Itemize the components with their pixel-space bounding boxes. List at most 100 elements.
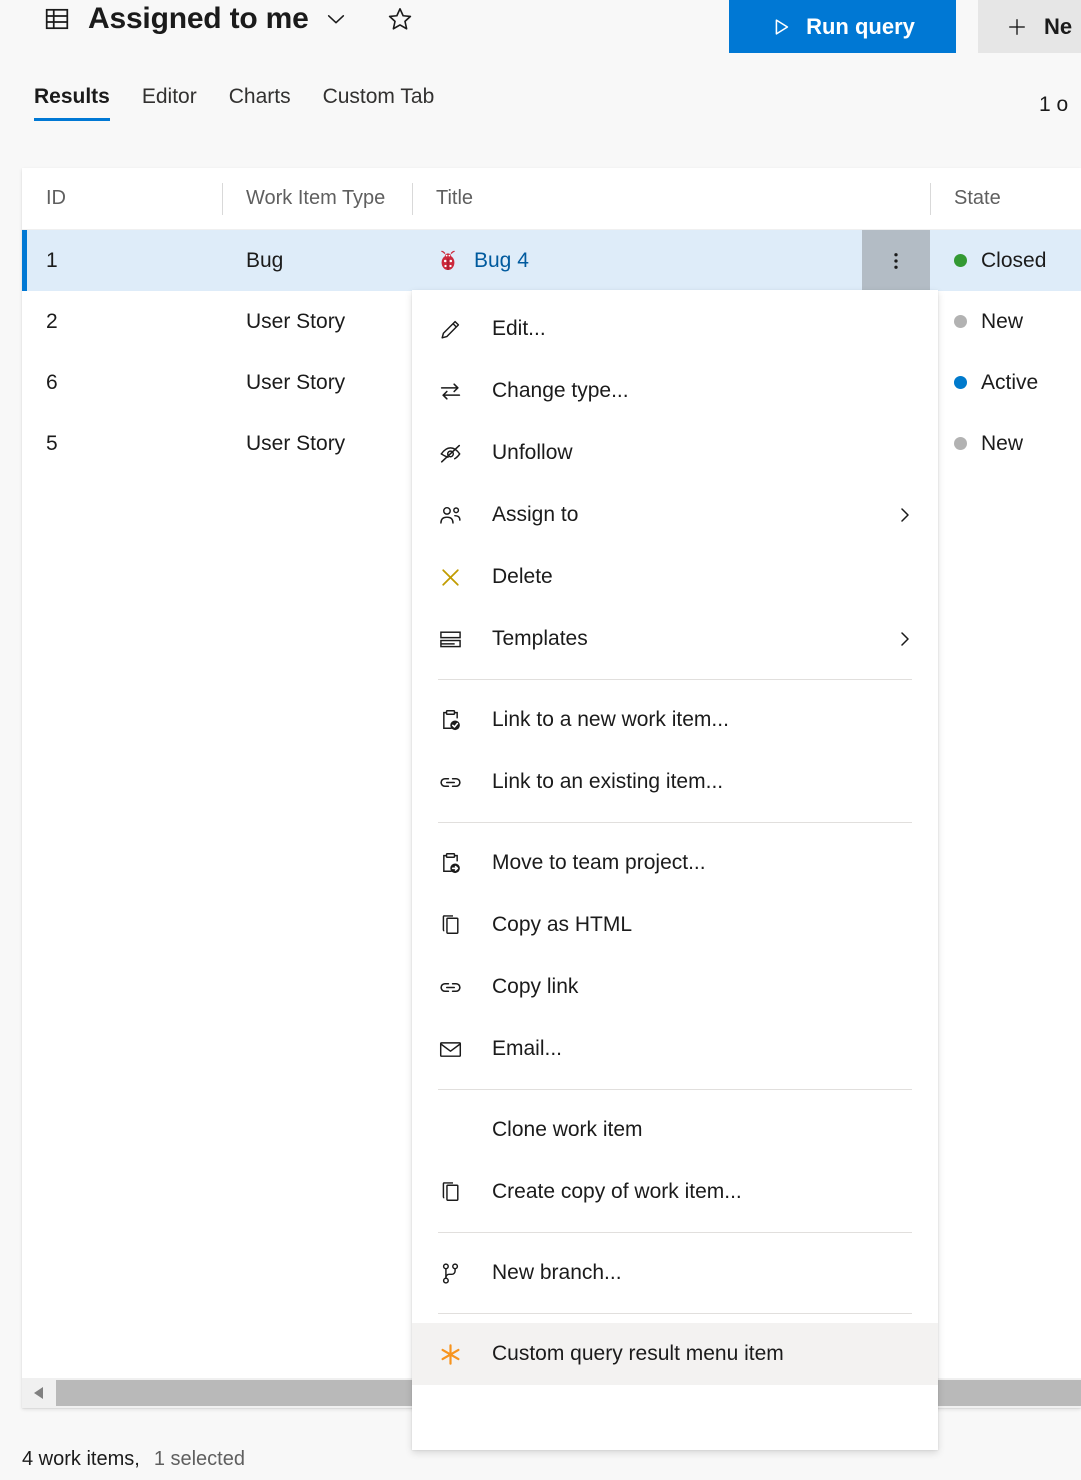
cell-title-link[interactable]: Bug 4 xyxy=(474,249,529,273)
menu-item-label: Move to team project... xyxy=(474,851,916,875)
star-outline-icon[interactable] xyxy=(387,6,413,32)
column-header-title[interactable]: Title xyxy=(412,181,862,217)
menu-item-label: Copy link xyxy=(474,975,916,999)
swap-arrows-icon xyxy=(438,379,474,404)
menu-item-change-type[interactable]: Change type... xyxy=(412,360,938,422)
clipboard-arrow-icon xyxy=(438,851,474,876)
run-query-label: Run query xyxy=(806,14,915,40)
menu-item-unfollow[interactable]: Unfollow xyxy=(412,422,938,484)
cell-work-item-type: Bug xyxy=(222,230,412,291)
link-icon xyxy=(438,770,474,795)
menu-item-delete[interactable]: Delete xyxy=(412,546,938,608)
asterisk-icon xyxy=(438,1342,474,1367)
query-results-page: Assigned to me Run query xyxy=(0,0,1081,1480)
cell-work-item-type: User Story xyxy=(222,413,412,474)
menu-item-custom-query-result[interactable]: Custom query result menu item xyxy=(412,1323,938,1385)
menu-item-link-new-work-item[interactable]: Link to a new work item... xyxy=(412,689,938,751)
menu-item-label: Link to an existing item... xyxy=(474,770,916,794)
menu-item-move-to-team-project[interactable]: Move to team project... xyxy=(412,832,938,894)
menu-divider xyxy=(438,822,912,823)
column-header-id[interactable]: ID xyxy=(22,181,222,217)
menu-item-link-existing-item[interactable]: Link to an existing item... xyxy=(412,751,938,813)
new-work-item-label: Ne xyxy=(1044,14,1072,40)
tab-custom-tab[interactable]: Custom Tab xyxy=(307,85,451,121)
menu-item-label: Assign to xyxy=(474,503,894,527)
copy-icon xyxy=(438,913,474,938)
menu-item-label: Change type... xyxy=(474,379,916,403)
menu-item-label: Clone work item xyxy=(474,1118,916,1142)
menu-item-label: Delete xyxy=(474,565,916,589)
cell-id: 2 xyxy=(22,291,222,352)
menu-item-label: New branch... xyxy=(474,1261,916,1285)
menu-item-assign-to[interactable]: Assign to xyxy=(412,484,938,546)
table-row[interactable]: 1 Bug xyxy=(22,230,1081,291)
cell-state: Closed xyxy=(930,230,1080,291)
new-work-item-button[interactable]: Ne xyxy=(978,0,1081,53)
cell-state: New xyxy=(930,413,1080,474)
menu-divider xyxy=(438,1232,912,1233)
tab-editor[interactable]: Editor xyxy=(126,85,213,121)
menu-item-edit[interactable]: Edit... xyxy=(412,298,938,360)
play-triangle-icon xyxy=(770,16,792,38)
menu-divider xyxy=(438,1313,912,1314)
cell-state-label: New xyxy=(981,310,1023,334)
menu-item-label: Email... xyxy=(474,1037,916,1061)
menu-item-copy-link[interactable]: Copy link xyxy=(412,956,938,1018)
run-query-button[interactable]: Run query xyxy=(729,0,956,53)
tab-results[interactable]: Results xyxy=(34,85,126,121)
menu-item-label: Unfollow xyxy=(474,441,916,465)
pencil-icon xyxy=(438,317,474,342)
cell-id: 1 xyxy=(22,230,222,291)
cell-work-item-type: User Story xyxy=(222,291,412,352)
menu-item-label: Edit... xyxy=(474,317,916,341)
cell-id: 5 xyxy=(22,413,222,474)
caret-left-icon[interactable] xyxy=(22,1378,56,1408)
menu-item-templates[interactable]: Templates xyxy=(412,608,938,670)
branch-icon xyxy=(438,1261,474,1286)
tab-charts[interactable]: Charts xyxy=(213,85,307,121)
menu-item-create-copy-of-work-item[interactable]: Create copy of work item... xyxy=(412,1161,938,1223)
menu-item-label: Custom query result menu item xyxy=(474,1342,916,1366)
query-title-row: Assigned to me xyxy=(44,2,413,36)
people-icon xyxy=(438,503,474,528)
envelope-icon xyxy=(438,1037,474,1062)
templates-icon xyxy=(438,627,474,652)
results-count-note: 1 o xyxy=(1039,93,1081,117)
menu-item-label: Link to a new work item... xyxy=(474,708,916,732)
grid-header-row: ID Work Item Type Title State xyxy=(22,168,1081,230)
chevron-right-icon xyxy=(894,506,916,524)
tab-bar: Results Editor Charts Custom Tab xyxy=(34,85,450,121)
tab-editor-label: Editor xyxy=(142,85,197,108)
page-header: Assigned to me Run query xyxy=(0,0,1081,78)
page-title: Assigned to me xyxy=(88,2,309,36)
cell-id: 6 xyxy=(22,352,222,413)
status-dot-closed xyxy=(954,254,967,267)
menu-item-email[interactable]: Email... xyxy=(412,1018,938,1080)
cell-work-item-type: User Story xyxy=(222,352,412,413)
chevron-down-icon[interactable] xyxy=(325,8,347,30)
menu-divider xyxy=(438,679,912,680)
tab-results-label: Results xyxy=(34,85,110,108)
menu-item-copy-as-html[interactable]: Copy as HTML xyxy=(412,894,938,956)
status-dot-new xyxy=(954,315,967,328)
clipboard-check-icon xyxy=(438,708,474,733)
chevron-right-icon xyxy=(894,630,916,648)
column-header-state[interactable]: State xyxy=(930,181,1080,217)
tab-custom-tab-label: Custom Tab xyxy=(323,85,435,108)
table-grid-icon xyxy=(44,6,70,32)
menu-item-new-branch[interactable]: New branch... xyxy=(412,1242,938,1304)
menu-item-clone-work-item[interactable]: Clone work item xyxy=(412,1099,938,1161)
link-icon xyxy=(438,975,474,1000)
column-header-work-item-type[interactable]: Work Item Type xyxy=(222,181,412,217)
cell-title: Bug 4 xyxy=(412,230,862,291)
row-context-menu-button[interactable] xyxy=(862,230,930,291)
ladybug-icon xyxy=(436,249,460,273)
cell-state-label: Closed xyxy=(981,249,1046,273)
row-context-menu: Edit... Change type... xyxy=(412,290,938,1450)
menu-item-label: Templates xyxy=(474,627,894,651)
copy-icon xyxy=(438,1180,474,1205)
cell-state-label: New xyxy=(981,432,1023,456)
tab-charts-label: Charts xyxy=(229,85,291,108)
plus-icon xyxy=(1006,16,1028,38)
more-vertical-icon xyxy=(885,250,907,272)
